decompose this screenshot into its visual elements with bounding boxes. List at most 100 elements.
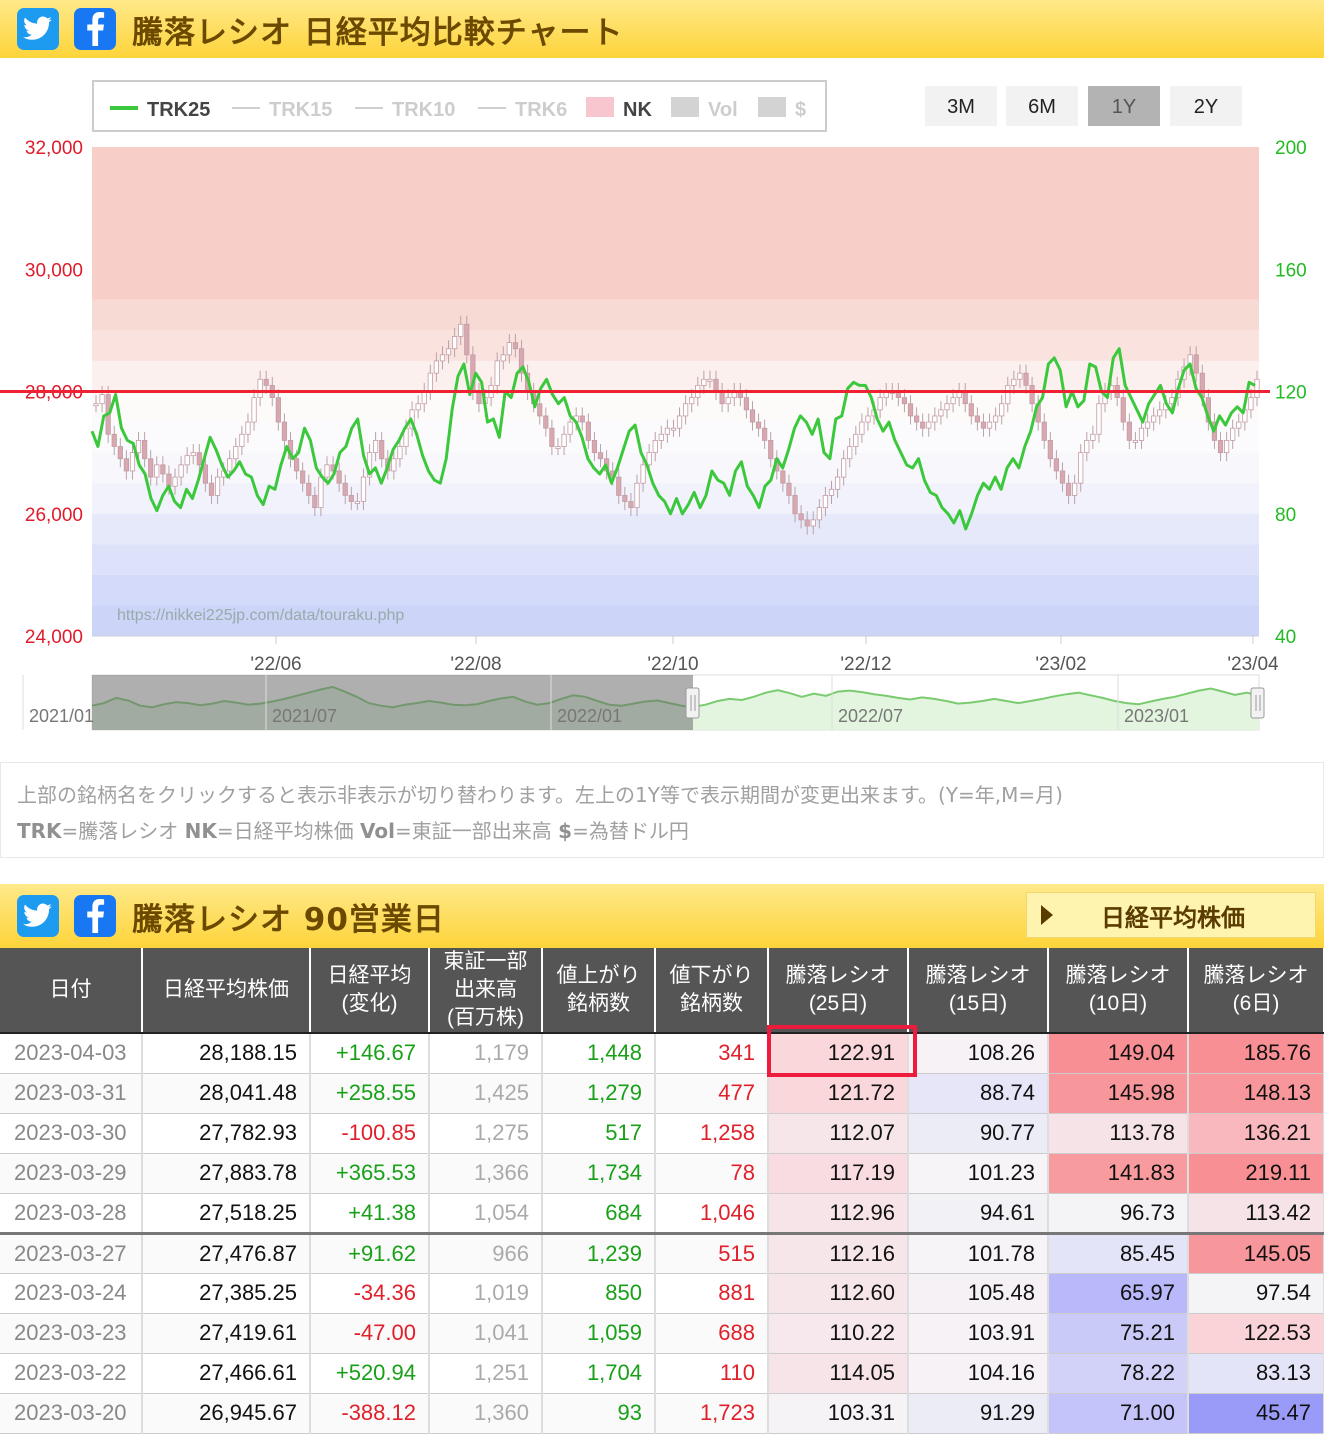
nk-candle xyxy=(579,415,585,423)
nk-candle xyxy=(914,415,920,423)
volume-cell: 1,366 xyxy=(429,1153,543,1194)
nk-candle xyxy=(828,488,835,496)
nk-candle xyxy=(427,372,433,392)
change-cell: -34.36 xyxy=(310,1273,430,1314)
nk-candle xyxy=(1151,415,1157,423)
legend-item-trk25[interactable]: TRK25 xyxy=(147,99,210,121)
legend-item-usd[interactable]: $ xyxy=(795,99,806,121)
facebook-icon[interactable] xyxy=(74,8,116,50)
decliners-cell: 515 xyxy=(655,1233,769,1274)
zone-band xyxy=(92,360,1259,392)
range-button-3m[interactable]: 3M xyxy=(947,96,975,118)
nk-candle xyxy=(834,476,841,490)
abbr-nk-text: =日経平均株価 xyxy=(216,819,361,843)
ratio25-cell: 121.72 xyxy=(768,1073,909,1114)
nk-candle xyxy=(227,458,233,472)
nk-candle xyxy=(354,501,360,504)
decliners-cell: 78 xyxy=(655,1153,769,1194)
legend-item-trk10[interactable]: TRK10 xyxy=(392,99,455,121)
nk-candle xyxy=(622,495,628,502)
nk-candle xyxy=(500,354,506,362)
nikkei-cell: 28,041.48 xyxy=(142,1073,311,1114)
column-header-line: 日経平均 xyxy=(327,964,412,987)
nk-candle xyxy=(962,391,968,405)
nk-candle xyxy=(543,415,549,429)
nk-candle xyxy=(938,409,944,417)
legend-item-trk15[interactable]: TRK15 xyxy=(269,99,332,121)
legend-item-nk[interactable]: NK xyxy=(623,99,652,121)
decliners-cell: 1,046 xyxy=(655,1193,769,1235)
twitter-icon[interactable] xyxy=(17,8,59,50)
column-header-line: (25日) xyxy=(808,992,868,1015)
ratio6-cell: 97.54 xyxy=(1188,1273,1324,1314)
nk-candle xyxy=(214,476,221,496)
nk-candle xyxy=(1126,421,1132,441)
nk-candle xyxy=(1072,482,1078,496)
range-button-1y[interactable]: 1Y xyxy=(1112,96,1136,118)
nk-candle xyxy=(512,342,519,350)
nk-candle xyxy=(1144,421,1151,429)
navigator-right-handle[interactable] xyxy=(1250,687,1265,719)
nk-candle xyxy=(184,455,190,466)
left-axis-tick: 30,000 xyxy=(25,260,83,281)
zone-band xyxy=(92,422,1259,453)
nk-candle xyxy=(257,378,263,399)
facebook-icon[interactable] xyxy=(74,895,116,937)
volume-cell: 1,275 xyxy=(429,1113,543,1154)
nk-candle xyxy=(452,336,458,350)
nk-candle xyxy=(99,394,105,405)
change-cell: -388.12 xyxy=(310,1393,430,1434)
nk-candle xyxy=(166,473,172,487)
nk-candle xyxy=(300,470,306,484)
advancers-cell: 1,059 xyxy=(542,1313,656,1354)
nk-candle xyxy=(1005,384,1011,405)
nk-candle xyxy=(597,452,604,460)
nk-candle xyxy=(634,482,640,509)
comparison-chart[interactable]: 32,00030,00028,00026,00024,0002001601208… xyxy=(0,58,1324,758)
range-button-6m[interactable]: 6M xyxy=(1028,96,1056,118)
date-cell: 2023-03-24 xyxy=(0,1273,143,1314)
abbr-usd: $ xyxy=(558,819,573,843)
nk-candle xyxy=(93,403,99,407)
nk-candle xyxy=(160,464,166,475)
range-button-2y[interactable]: 2Y xyxy=(1194,96,1218,118)
nikkei-average-button[interactable]: 日経平均株価 xyxy=(1026,892,1316,938)
nk-candle xyxy=(999,403,1005,417)
left-axis-tick: 26,000 xyxy=(25,505,83,526)
column-header-line: 値上がり xyxy=(556,964,641,987)
nk-candle xyxy=(1084,439,1090,454)
nk-candle xyxy=(1236,421,1242,429)
watermark-url: https://nikkei225jp.com/data/touraku.php xyxy=(117,607,404,624)
change-cell: +91.62 xyxy=(310,1233,430,1274)
right-axis-tick: 120 xyxy=(1275,383,1307,404)
nk-candle xyxy=(749,409,756,423)
nk-candle xyxy=(117,446,123,460)
volume-cell: 966 xyxy=(429,1233,543,1274)
nk-candle xyxy=(494,360,500,386)
legend-item-trk6[interactable]: TRK6 xyxy=(515,99,567,121)
nk-candle xyxy=(1254,378,1260,399)
table-header-row: 日付 日経平均株価 日経平均 (変化) 東証一部 出来高 (百万株) 値上がり 銘柄数 値下がり銘… xyxy=(0,948,1324,1034)
table-row: 2023-03-29 27,883.78 +365.53 1,366 1,734 78 11… xyxy=(0,1153,1324,1194)
nk-candle xyxy=(537,403,543,417)
nk-candle xyxy=(701,378,707,386)
nk-candle xyxy=(968,403,974,417)
twitter-icon[interactable] xyxy=(17,895,59,937)
ratio25-cell: 112.16 xyxy=(768,1233,909,1274)
nk-candle xyxy=(324,464,330,478)
nk-candle xyxy=(816,507,822,521)
nk-candle xyxy=(397,446,403,460)
ratio6-cell: 122.53 xyxy=(1188,1313,1324,1354)
legend-item-vol[interactable]: Vol xyxy=(708,99,738,121)
ratio25-cell: 103.31 xyxy=(768,1393,909,1434)
column-header: 東証一部 出来高 (百万株) xyxy=(429,948,543,1034)
column-header-line: 銘柄数 xyxy=(567,992,630,1015)
column-header-line: 銘柄数 xyxy=(680,992,743,1015)
ratio10-cell: 78.22 xyxy=(1048,1353,1189,1394)
navigator-left-handle[interactable] xyxy=(685,687,700,719)
nk-candle xyxy=(129,452,136,472)
nk-candle xyxy=(920,421,926,429)
nk-candle xyxy=(1059,470,1066,484)
volume-cell: 1,251 xyxy=(429,1353,543,1394)
nk-candle xyxy=(190,452,196,457)
